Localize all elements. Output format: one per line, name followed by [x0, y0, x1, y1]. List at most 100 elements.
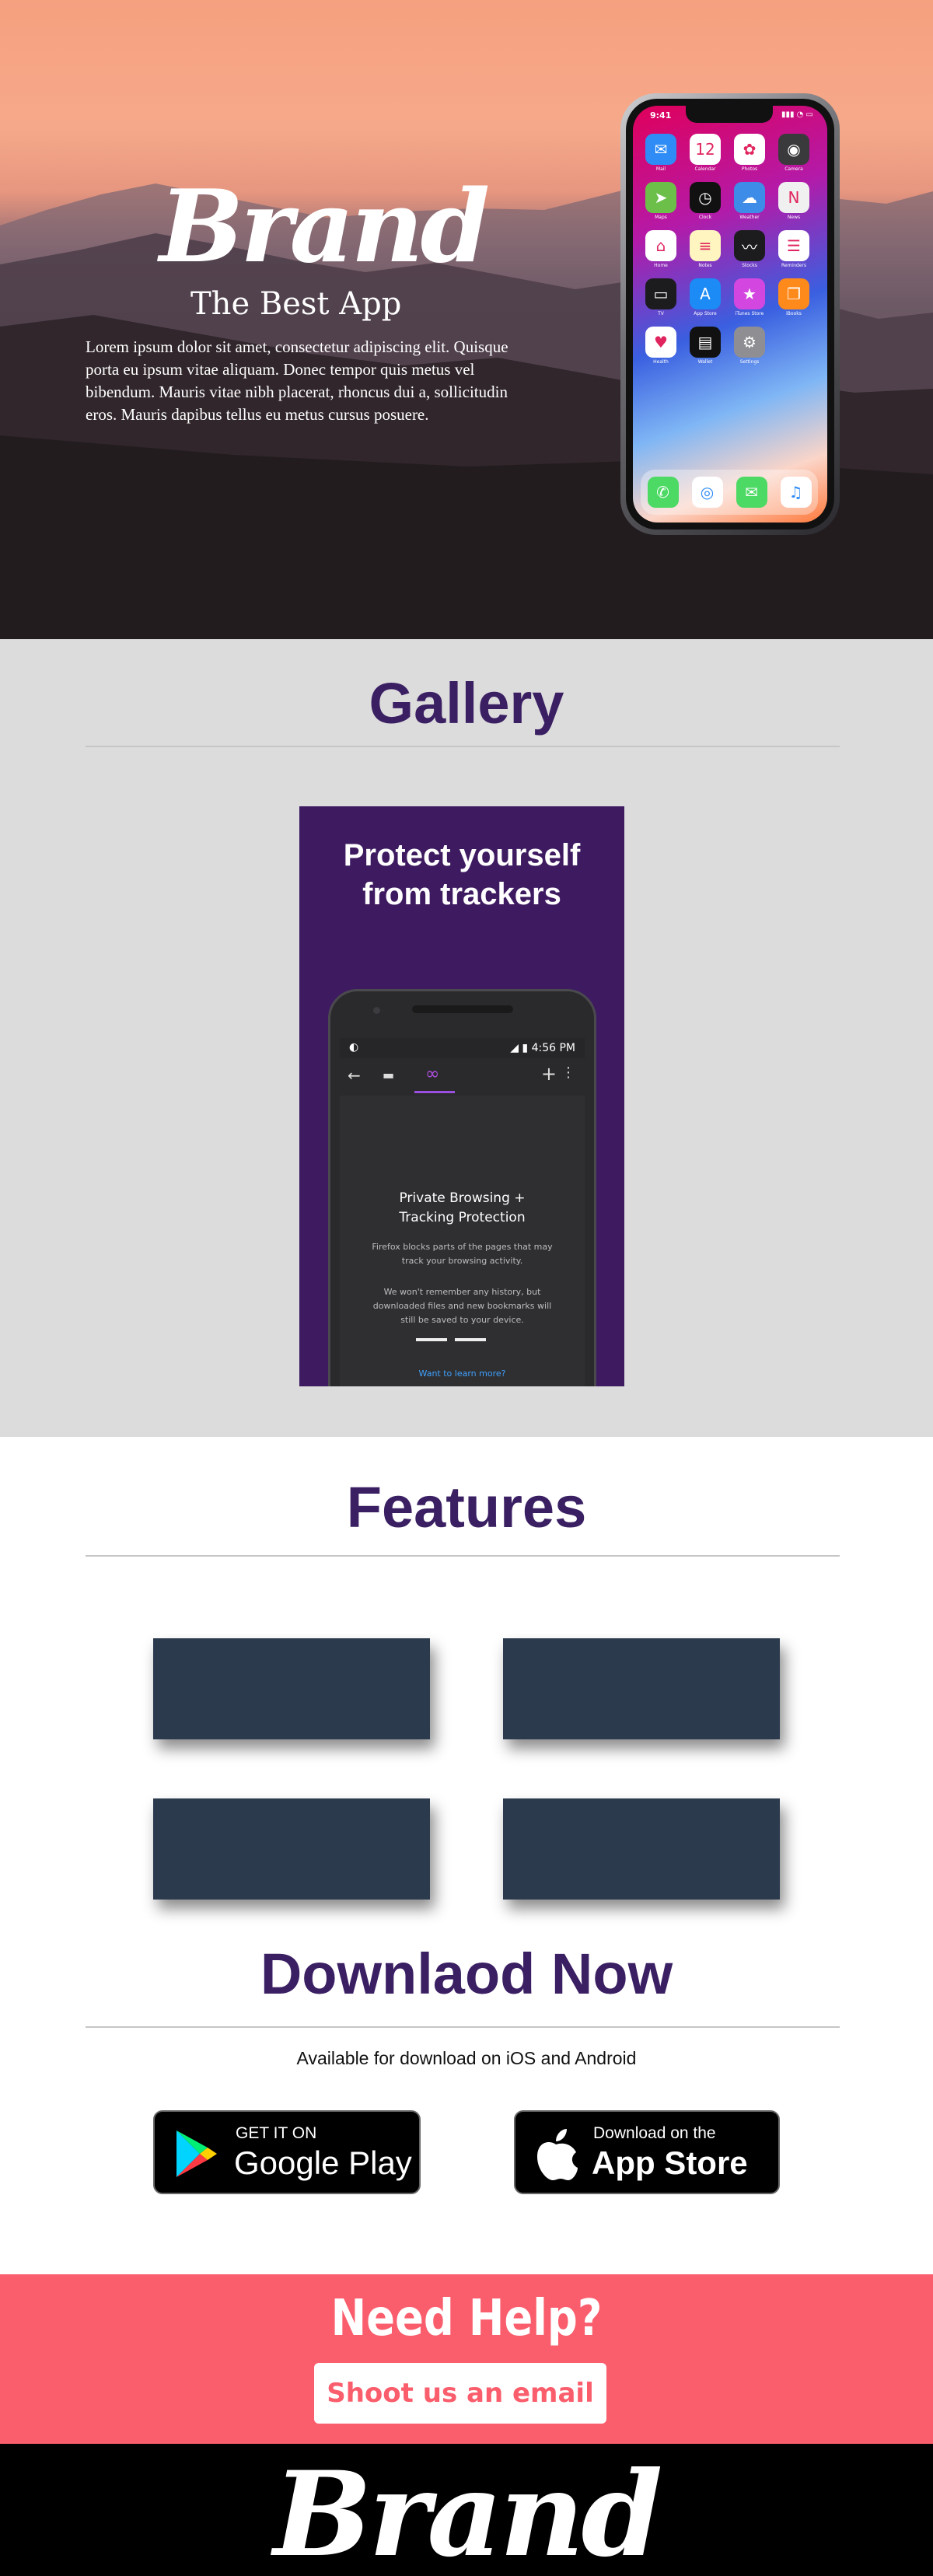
tv-icon: ▭ [645, 278, 676, 309]
browser-toolbar: ← ▬ ∞ + ⋮ [340, 1058, 585, 1096]
feature-card[interactable] [503, 1638, 780, 1739]
phone-app[interactable]: 12 Calendar [690, 134, 721, 172]
history-text-line1: We won't remember any history, but [383, 1287, 541, 1297]
phone-app-label: Camera [784, 166, 803, 172]
iphone-notch [686, 106, 773, 123]
app-store-button[interactable]: Download on the App Store [514, 2110, 780, 2194]
plus-icon[interactable]: + [541, 1063, 557, 1085]
google-play-small-text: GET IT ON [236, 2124, 317, 2142]
more-menu-icon[interactable]: ⋮ [561, 1064, 575, 1081]
settings-icon: ⚙ [734, 327, 765, 358]
phone-app[interactable]: ✿ Photos [734, 134, 765, 172]
phone-app[interactable]: ★ iTunes Store [734, 278, 765, 316]
hero-brand-logo: Brand [159, 169, 490, 285]
back-arrow-icon[interactable]: ← [348, 1066, 361, 1085]
phone-app-label: Settings [739, 359, 760, 365]
learn-more-link[interactable]: Want to learn more? [340, 1368, 585, 1379]
ibooks-icon: ❐ [778, 278, 809, 309]
phone-app[interactable]: ▤ Wallet [690, 327, 721, 365]
feature-card[interactable] [153, 1638, 430, 1739]
help-section: Need Help? Shoot us an email [0, 2274, 933, 2444]
android-screen: ◐ ◢ ▮ 4:56 PM ← ▬ ∞ + ⋮ Private Browsing… [340, 1038, 585, 1386]
camera-icon: ◉ [778, 134, 809, 165]
private-mask-icon[interactable]: ∞ [425, 1064, 439, 1084]
history-text-line3: still be saved to your device. [400, 1315, 524, 1325]
iphone-screen: 9:41 ▮▮▮ ◔ ▭ ✉ Mail 12 Calendar ✿ Photos ◉ Came… [633, 106, 827, 523]
phone-app[interactable]: ◉ Camera [778, 134, 809, 172]
mail-icon: ✉ [645, 134, 676, 165]
phone-dock: ✆ ◎ ✉ ♫ [641, 470, 818, 515]
phone-app-label: iBooks [786, 311, 802, 316]
phone-app-label: Photos [741, 166, 758, 172]
phone-app-label: iTunes Store [735, 311, 764, 316]
gallery-heading-line1: Protect yourself [343, 838, 581, 872]
footer-brand-logo: Brand [273, 2446, 663, 2576]
phone-app-label: TV [658, 311, 664, 316]
phone-app-label: Calendar [694, 166, 716, 172]
phone-status-time: 9:41 [650, 110, 672, 121]
download-title: Downlaod Now [260, 1942, 673, 2006]
speaker-grille [412, 1005, 513, 1013]
itunes-store-icon: ★ [734, 278, 765, 309]
phone-app[interactable]: ♥ Health [645, 327, 676, 365]
decor-dash [416, 1338, 447, 1341]
sync-icon: ◐ [349, 1041, 359, 1054]
phone-app[interactable]: ✉ Mail [645, 134, 676, 172]
phone-app[interactable]: N News [778, 182, 809, 220]
tabs-icon[interactable]: ▬ [383, 1068, 394, 1082]
feature-card[interactable] [503, 1798, 780, 1900]
phone-app-label: Home [654, 263, 668, 268]
pb-title-line1: Private Browsing + [399, 1190, 526, 1206]
calendar-icon: 12 [690, 134, 721, 165]
home-icon: ⌂ [645, 230, 676, 261]
phone-app[interactable]: ⌂ Home [645, 230, 676, 268]
phone-app-label: Wallet [697, 359, 713, 365]
phone-app-label: App Store [694, 311, 717, 316]
hero-section: Brand The Best App Lorem ipsum dolor sit… [0, 0, 933, 639]
google-play-button[interactable]: GET IT ON Google Play [153, 2110, 421, 2194]
phone-icon[interactable]: ✆ [647, 477, 679, 508]
footer: Brand [0, 2444, 933, 2576]
feature-card[interactable] [153, 1798, 430, 1900]
tracking-text: Firefox blocks parts of the pages that m… [363, 1240, 561, 1268]
phone-app[interactable]: ⚙ Settings [734, 327, 765, 365]
phone-app[interactable]: ☰ Reminders [778, 230, 809, 268]
music-icon[interactable]: ♫ [780, 477, 812, 508]
active-tab-indicator [414, 1091, 455, 1093]
history-text: We won't remember any history, but downl… [363, 1285, 561, 1327]
phone-app[interactable]: ◷ Clock [690, 182, 721, 220]
hero-subtitle: The Best App [190, 286, 402, 322]
phone-app-label: Weather [739, 215, 760, 220]
google-play-icon [176, 2130, 217, 2177]
download-divider [86, 2026, 840, 2028]
google-play-big-text: Google Play [234, 2144, 412, 2181]
tracking-text-line1: Firefox blocks parts of the pages that m… [372, 1242, 553, 1252]
phone-app-label: Stocks [742, 263, 757, 268]
phone-app[interactable]: ➤ Maps [645, 182, 676, 220]
phone-app-label: Mail [655, 166, 666, 172]
safari-icon[interactable]: ◎ [691, 477, 723, 508]
decor-dash [455, 1338, 486, 1341]
app-store-small-text: Download on the [593, 2124, 716, 2142]
gallery-slide[interactable]: Protect yourself from trackers ◐ ◢ ▮ 4:5… [299, 806, 624, 1386]
maps-icon: ➤ [645, 182, 676, 213]
history-text-line2: downloaded files and new bookmarks will [372, 1301, 552, 1311]
phone-app-label: News [787, 215, 801, 220]
android-phone-mockup: ◐ ◢ ▮ 4:56 PM ← ▬ ∞ + ⋮ Private Browsing… [328, 989, 596, 1386]
phone-app[interactable]: ≡ Notes [690, 230, 721, 268]
phone-app[interactable]: ❐ iBooks [778, 278, 809, 316]
phone-app[interactable]: 〰 Stocks [734, 230, 765, 268]
stocks-icon: 〰 [734, 230, 765, 261]
gallery-heading-line2: from trackers [362, 877, 561, 911]
phone-app[interactable]: ▭ TV [645, 278, 676, 316]
pb-title-line2: Tracking Protection [399, 1210, 526, 1225]
email-button[interactable]: Shoot us an email [314, 2363, 606, 2424]
phone-app[interactable]: A App Store [690, 278, 721, 316]
clock-icon: ◷ [690, 182, 721, 213]
phone-app[interactable]: ☁ Weather [734, 182, 765, 220]
notes-icon: ≡ [690, 230, 721, 261]
gallery-title: Gallery [369, 671, 564, 736]
messages-icon[interactable]: ✉ [736, 477, 767, 508]
features-section: Features Downlaod Now Available for down… [0, 1437, 933, 2274]
app-store-big-text: App Store [592, 2144, 748, 2181]
